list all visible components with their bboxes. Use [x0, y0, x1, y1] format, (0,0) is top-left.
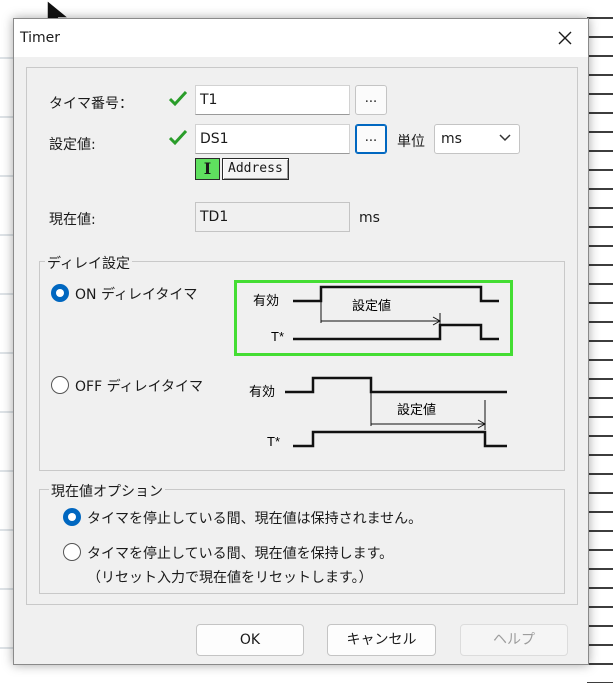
- timer-number-input[interactable]: T1: [195, 85, 350, 115]
- title-bar: Timer: [14, 19, 588, 57]
- chevron-down-icon: [499, 134, 511, 142]
- off-diagram-setpoint-label: 設定値: [397, 402, 436, 417]
- off-diagram-enable-label: 有効: [249, 384, 275, 399]
- address-tag[interactable]: Address: [222, 158, 289, 180]
- on-diagram-setpoint-label: 設定値: [352, 298, 391, 313]
- delay-settings-title: ディレイ設定: [45, 253, 133, 273]
- option-not-retain-radio[interactable]: [63, 508, 81, 526]
- current-value-unit: ms: [359, 210, 380, 226]
- setpoint-label: 設定値:: [49, 137, 96, 153]
- current-value-field: TD1: [195, 202, 350, 232]
- option-retain-radio[interactable]: [63, 543, 81, 561]
- setpoint-input[interactable]: DS1: [195, 124, 350, 154]
- unit-select-value: ms: [441, 131, 462, 147]
- off-delay-diagram: 有効 設定値 T*: [249, 376, 507, 449]
- main-panel: タイマ番号： T1 ... 設定値: DS1 ... 単位 ms I Addre…: [26, 67, 578, 605]
- cancel-button[interactable]: キャンセル: [327, 624, 436, 656]
- timer-number-label: タイマ番号：: [49, 96, 133, 112]
- off-diagram-output-label: T*: [267, 434, 280, 449]
- off-delay-label[interactable]: OFF ディレイタイマ: [75, 376, 203, 396]
- current-value-label: 現在値:: [49, 212, 96, 228]
- unit-label: 単位: [397, 134, 425, 150]
- on-diagram-output-label: T*: [271, 329, 284, 344]
- on-delay-radio[interactable]: [51, 284, 69, 302]
- ok-button[interactable]: OK: [196, 624, 304, 656]
- close-button[interactable]: [542, 19, 588, 57]
- checkmark-icon: [169, 130, 187, 146]
- option-retain-sublabel: （リセット入力で現在値をリセットします。）: [87, 570, 373, 586]
- i-beam-icon[interactable]: I: [195, 158, 220, 180]
- option-not-retain-label[interactable]: タイマを停止している間、現在値は保持されません。: [87, 508, 422, 528]
- dialog-title: Timer: [20, 30, 61, 46]
- help-button[interactable]: ヘルプ: [460, 624, 568, 656]
- option-retain-label[interactable]: タイマを停止している間、現在値を保持します。: [87, 543, 393, 563]
- checkmark-icon: [169, 91, 187, 107]
- close-icon: [558, 31, 572, 45]
- current-option-title: 現在値オプション: [49, 481, 165, 501]
- on-delay-label[interactable]: ON ディレイタイマ: [75, 284, 197, 304]
- background-right-strip: [587, 0, 613, 683]
- on-delay-diagram[interactable]: 有効 設定値 T*: [234, 280, 513, 356]
- timer-dialog: Timer タイマ番号： T1 ... 設定値: DS1 ... 単位 ms I: [13, 18, 589, 665]
- off-delay-radio[interactable]: [51, 376, 69, 394]
- timer-number-browse-button[interactable]: ...: [355, 85, 387, 115]
- on-diagram-enable-label: 有効: [253, 293, 279, 308]
- unit-select[interactable]: ms: [434, 124, 520, 154]
- setpoint-browse-button[interactable]: ...: [355, 124, 387, 154]
